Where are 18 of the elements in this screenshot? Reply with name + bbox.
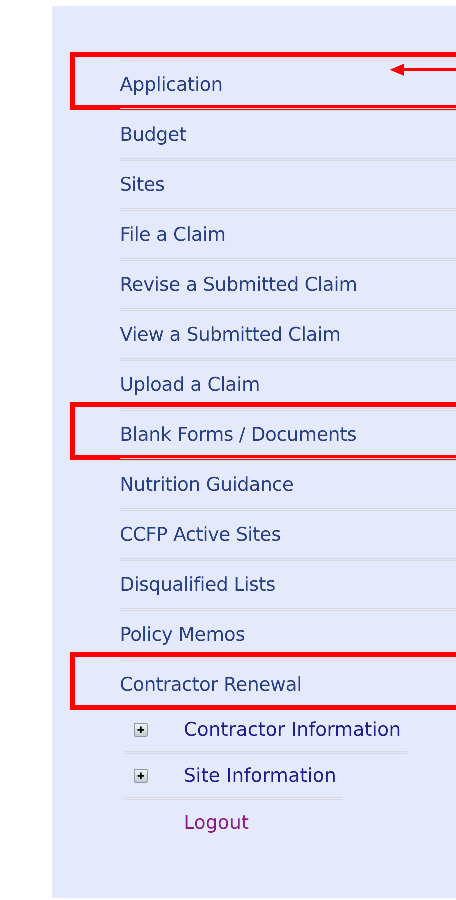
menu-link[interactable]: File a Claim	[120, 224, 226, 246]
menu-link[interactable]: Disqualified Lists	[120, 574, 276, 596]
menu-link[interactable]: Application	[120, 74, 223, 96]
logout-link[interactable]: Logout	[184, 812, 250, 834]
menu-link[interactable]: Policy Memos	[120, 624, 246, 646]
tree-link[interactable]: Contractor Information	[184, 718, 402, 740]
menu-link[interactable]: Sites	[120, 174, 165, 196]
menu-link[interactable]: Budget	[120, 124, 187, 146]
tree-link[interactable]: Site Information	[184, 764, 337, 786]
menu-link[interactable]: Upload a Claim	[120, 374, 260, 396]
menu-link[interactable]: Blank Forms / Documents	[120, 424, 357, 446]
menu-link[interactable]: CCFP Active Sites	[120, 524, 282, 546]
menu-link[interactable]: Contractor Renewal	[120, 674, 302, 696]
menu-link[interactable]: Nutrition Guidance	[120, 474, 294, 496]
expand-icon[interactable]	[134, 768, 148, 782]
menu-link[interactable]: Revise a Submitted Claim	[120, 274, 358, 296]
expand-icon[interactable]	[134, 722, 148, 736]
menu-link[interactable]: View a Submitted Claim	[120, 324, 341, 346]
